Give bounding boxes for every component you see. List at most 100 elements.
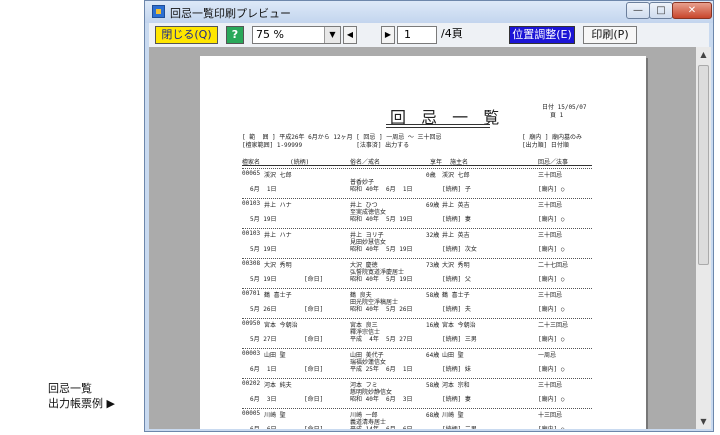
row-no: 00202 (242, 380, 261, 387)
row-name: 川崎 聖 (264, 412, 286, 419)
position-adjust-button[interactable]: 位置調整(E) (509, 26, 575, 44)
row-zokumei: 河本 フミ (350, 382, 378, 389)
row-kind: [命日] (304, 366, 324, 373)
zoom-select[interactable]: 75 % ▼ (252, 26, 341, 44)
row-sesyu: 宮本 今朝治 (442, 322, 476, 329)
row-no: 00950 (242, 320, 261, 327)
row-date: 5月 19日 (250, 216, 277, 223)
page-total: /4頁 (441, 27, 463, 40)
row-kaiki: 三十回忌 (538, 232, 563, 239)
row-no: 00701 (242, 290, 261, 297)
maximize-button[interactable]: □ (649, 2, 673, 19)
condition-line: [ 範 囲 ] 平成26年 6月から 12ヶ月 [ 回忌 ] 一周忌 ～ 三十回… (242, 134, 442, 141)
zoom-value: 75 % (256, 28, 284, 41)
row-zokumei: 大沢 慶徳 (350, 262, 378, 269)
scroll-down-icon[interactable]: ▼ (696, 414, 711, 429)
row-name: 大沢 秀明 (264, 262, 292, 269)
row-era: 昭和 40年 6月 1日 (350, 186, 413, 193)
row-age: 0歳 (426, 172, 436, 179)
table-row: 00701 鶴 喜士子 田光院空淨稿居士 5月 26日 [命日] 昭和 40年 5月 26… (242, 288, 592, 318)
row-no: 00003 (242, 350, 261, 357)
row-kind: [命日] (304, 336, 324, 343)
row-age: 68歳 (426, 412, 440, 419)
row-date: 6月 6日 (250, 424, 276, 429)
preview-area[interactable]: 回 忌 一 覧 日付 15/05/07 頁 1 [ 範 囲 ] 平成26年 6月… (149, 47, 696, 429)
print-button[interactable]: 印刷(P) (583, 26, 637, 44)
row-kaiki: 三十回忌 (538, 382, 563, 389)
row-zokumei: 宮本 良三 (350, 322, 378, 329)
row-age: 58歳 (426, 382, 440, 389)
table-row: 00103 井上 ハナ 至実成徳信女 5月 19日 昭和 40年 5月 19日 井上 ひつ… (242, 198, 592, 228)
minimize-button[interactable]: — (626, 2, 650, 19)
row-name: 鶴 喜士子 (264, 292, 292, 299)
report-page: 回 忌 一 覧 日付 15/05/07 頁 1 [ 範 囲 ] 平成26年 6月… (200, 56, 646, 429)
caption: 回忌一覧 出力帳票例 ▶ (48, 381, 115, 411)
chevron-down-icon[interactable]: ▼ (324, 27, 340, 43)
row-era: 昭和 40年 5月 19日 (350, 216, 413, 223)
row-place: [廟内] ○ (538, 216, 565, 223)
condition-line: [檀家範囲] 1-99999 [法事済] 出力する (242, 142, 410, 149)
row-kaiki: 三十回忌 (538, 202, 563, 209)
toolbar: 閉じる(Q) ? 75 % ▼ ◀ ▶ 1 /4頁 位置調整(E) 印刷(P) (149, 23, 709, 47)
row-rel: [続柄] 夫 (442, 306, 471, 313)
row-place: [廟内] ○ (538, 276, 565, 283)
row-zokumei: 井上 ひつ (350, 202, 378, 209)
page-number-input[interactable]: 1 (397, 26, 437, 44)
row-age: 64歳 (426, 352, 440, 359)
row-no: 00103 (242, 230, 261, 237)
row-kaiki: 三十回忌 (538, 172, 563, 179)
condition-line: [ 廟内 ] 廟内墓のみ (522, 134, 583, 141)
row-sesyu: 河本 宗和 (442, 382, 470, 389)
table-row: 00005川崎 聖義道清寿居士6月 6日[命日]平成 14年 6月 6日川崎 一… (242, 408, 592, 429)
row-zokumei: 井上 ヨリ子 (350, 232, 384, 239)
row-rel: [続柄] 子 (442, 186, 471, 193)
title-bar[interactable]: 回忌一覧印刷プレビュー — □ ✕ (145, 1, 713, 23)
row-kind: [命日] (304, 396, 324, 403)
next-page-button[interactable]: ▶ (381, 26, 395, 44)
row-zokumei: 山田 美代子 (350, 352, 384, 359)
row-sesyu: 井上 英吉 (442, 232, 470, 239)
date-block: 日付 15/05/07 頁 1 (542, 104, 587, 120)
row-place: [廟内] ○ (538, 246, 565, 253)
row-era: 昭和 40年 5月 26日 (350, 306, 413, 313)
row-sesyu: 渓沢 七郎 (442, 172, 470, 179)
row-no: 00103 (242, 200, 261, 207)
row-age: 16歳 (426, 322, 440, 329)
row-name: 渓沢 七郎 (264, 172, 292, 179)
close-button[interactable]: 閉じる(Q) (155, 26, 218, 44)
row-era: 昭和 40年 5月 19日 (350, 276, 413, 283)
condition-line: [出力順] 日付順 (522, 142, 569, 149)
row-name: 井上 ハナ (264, 232, 292, 239)
row-sesyu: 川崎 聖 (442, 412, 464, 419)
close-window-button[interactable]: ✕ (672, 2, 712, 19)
row-rel: [続柄] 三男 (442, 336, 477, 343)
row-rel: [続柄] 妹 (442, 366, 471, 373)
row-no: 00005 (242, 410, 261, 417)
row-rel: [続柄] 妻 (442, 216, 471, 223)
help-button[interactable]: ? (226, 26, 244, 44)
row-sesyu: 山田 聖 (442, 352, 464, 359)
title-underline (386, 124, 490, 125)
window-title: 回忌一覧印刷プレビュー (170, 7, 291, 20)
row-date: 5月 19日 (250, 246, 277, 253)
report-date: 日付 15/05/07 (542, 104, 587, 111)
row-kaiki: 一周忌 (538, 352, 557, 359)
row-date: 5月 19日 (250, 276, 277, 283)
row-kind: [命日] (304, 424, 323, 429)
row-name: 宮本 今朝治 (264, 322, 298, 329)
row-age: 69歳 (426, 202, 440, 209)
row-date: 6月 3日 (250, 396, 277, 403)
scroll-thumb[interactable] (698, 65, 709, 265)
vertical-scrollbar[interactable]: ▲ ▼ (696, 47, 711, 429)
row-rel: [続柄] 次女 (442, 246, 477, 253)
table-row: 00202 河本 純夫 慈明院妙静信女 6月 3日 [命日] 昭和 40年 6月 3日 河本… (242, 378, 592, 408)
row-place: [廟内] ○ (538, 396, 565, 403)
row-no: 00065 (242, 170, 261, 177)
header-rule (242, 165, 592, 166)
preview-window: 回忌一覧印刷プレビュー — □ ✕ 閉じる(Q) ? 75 % ▼ ◀ ▶ 1 … (144, 0, 714, 432)
scroll-up-icon[interactable]: ▲ (696, 47, 711, 62)
row-name: 井上 ハナ (264, 202, 292, 209)
row-kind: [命日] (304, 306, 324, 313)
row-place: [廟内] ○ (538, 424, 564, 429)
prev-page-button[interactable]: ◀ (343, 26, 357, 44)
